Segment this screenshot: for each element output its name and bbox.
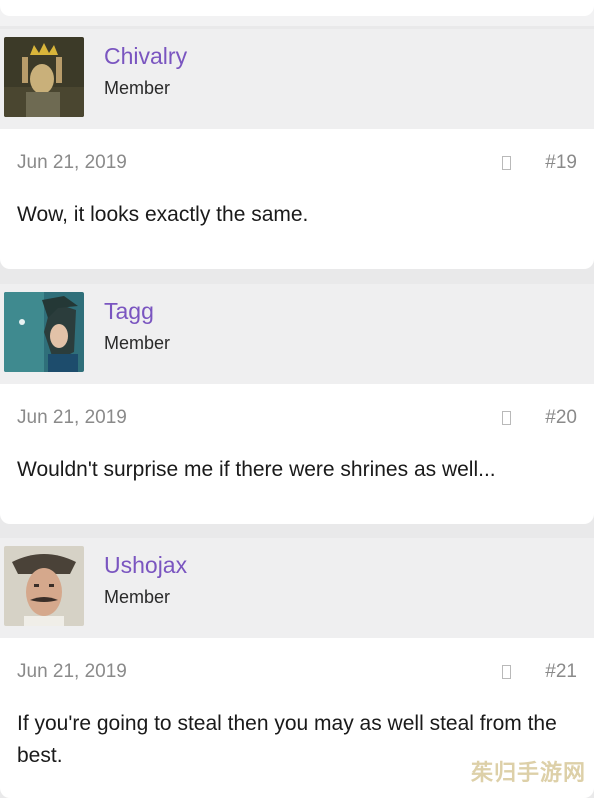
mustache-man-avatar-icon: [4, 546, 84, 626]
share-icon[interactable]: [502, 156, 511, 170]
user-role: Member: [104, 78, 171, 98]
post-message: Wouldn't surprise me if there were shrin…: [17, 458, 496, 481]
post-20: Tagg Member Jun 21, 2019 #20 Wouldn't su…: [0, 284, 594, 524]
username-link[interactable]: Chivalry: [104, 41, 187, 71]
site-watermark: 茱归手游网: [470, 760, 586, 785]
post-user-header: Tagg Member: [0, 284, 594, 384]
share-icon[interactable]: [502, 411, 511, 425]
post-body: Jun 21, 2019 #20 Wouldn't surprise me if…: [0, 384, 594, 524]
post-message: Wow, it looks exactly the same.: [17, 203, 309, 226]
username-link[interactable]: Tagg: [104, 296, 170, 326]
post-number-link[interactable]: #19: [545, 152, 577, 174]
post-19: Chivalry Member Jun 21, 2019 #19 Wow, it…: [0, 29, 594, 269]
user-avatar[interactable]: [4, 292, 84, 372]
post-number-link[interactable]: #20: [545, 407, 577, 429]
user-avatar[interactable]: [4, 546, 84, 626]
user-avatar[interactable]: [4, 37, 84, 117]
post-number-link[interactable]: #21: [545, 661, 577, 683]
post-date[interactable]: Jun 21, 2019: [17, 152, 127, 174]
post-user-header: Chivalry Member: [0, 29, 594, 129]
post-date[interactable]: Jun 21, 2019: [17, 407, 127, 429]
post-date[interactable]: Jun 21, 2019: [17, 661, 127, 683]
post-body: Jun 21, 2019 #19 Wow, it looks exactly t…: [0, 129, 594, 269]
previous-post-end: [0, 0, 594, 26]
share-icon[interactable]: [502, 665, 511, 679]
user-role: Member: [104, 587, 171, 607]
previous-post-card-edge: [0, 0, 594, 16]
anime-character-avatar-icon: [4, 292, 84, 372]
user-role: Member: [104, 333, 171, 353]
knight-crown-avatar-icon: [4, 37, 84, 117]
username-link[interactable]: Ushojax: [104, 550, 187, 580]
post-user-header: Ushojax Member: [0, 538, 594, 638]
